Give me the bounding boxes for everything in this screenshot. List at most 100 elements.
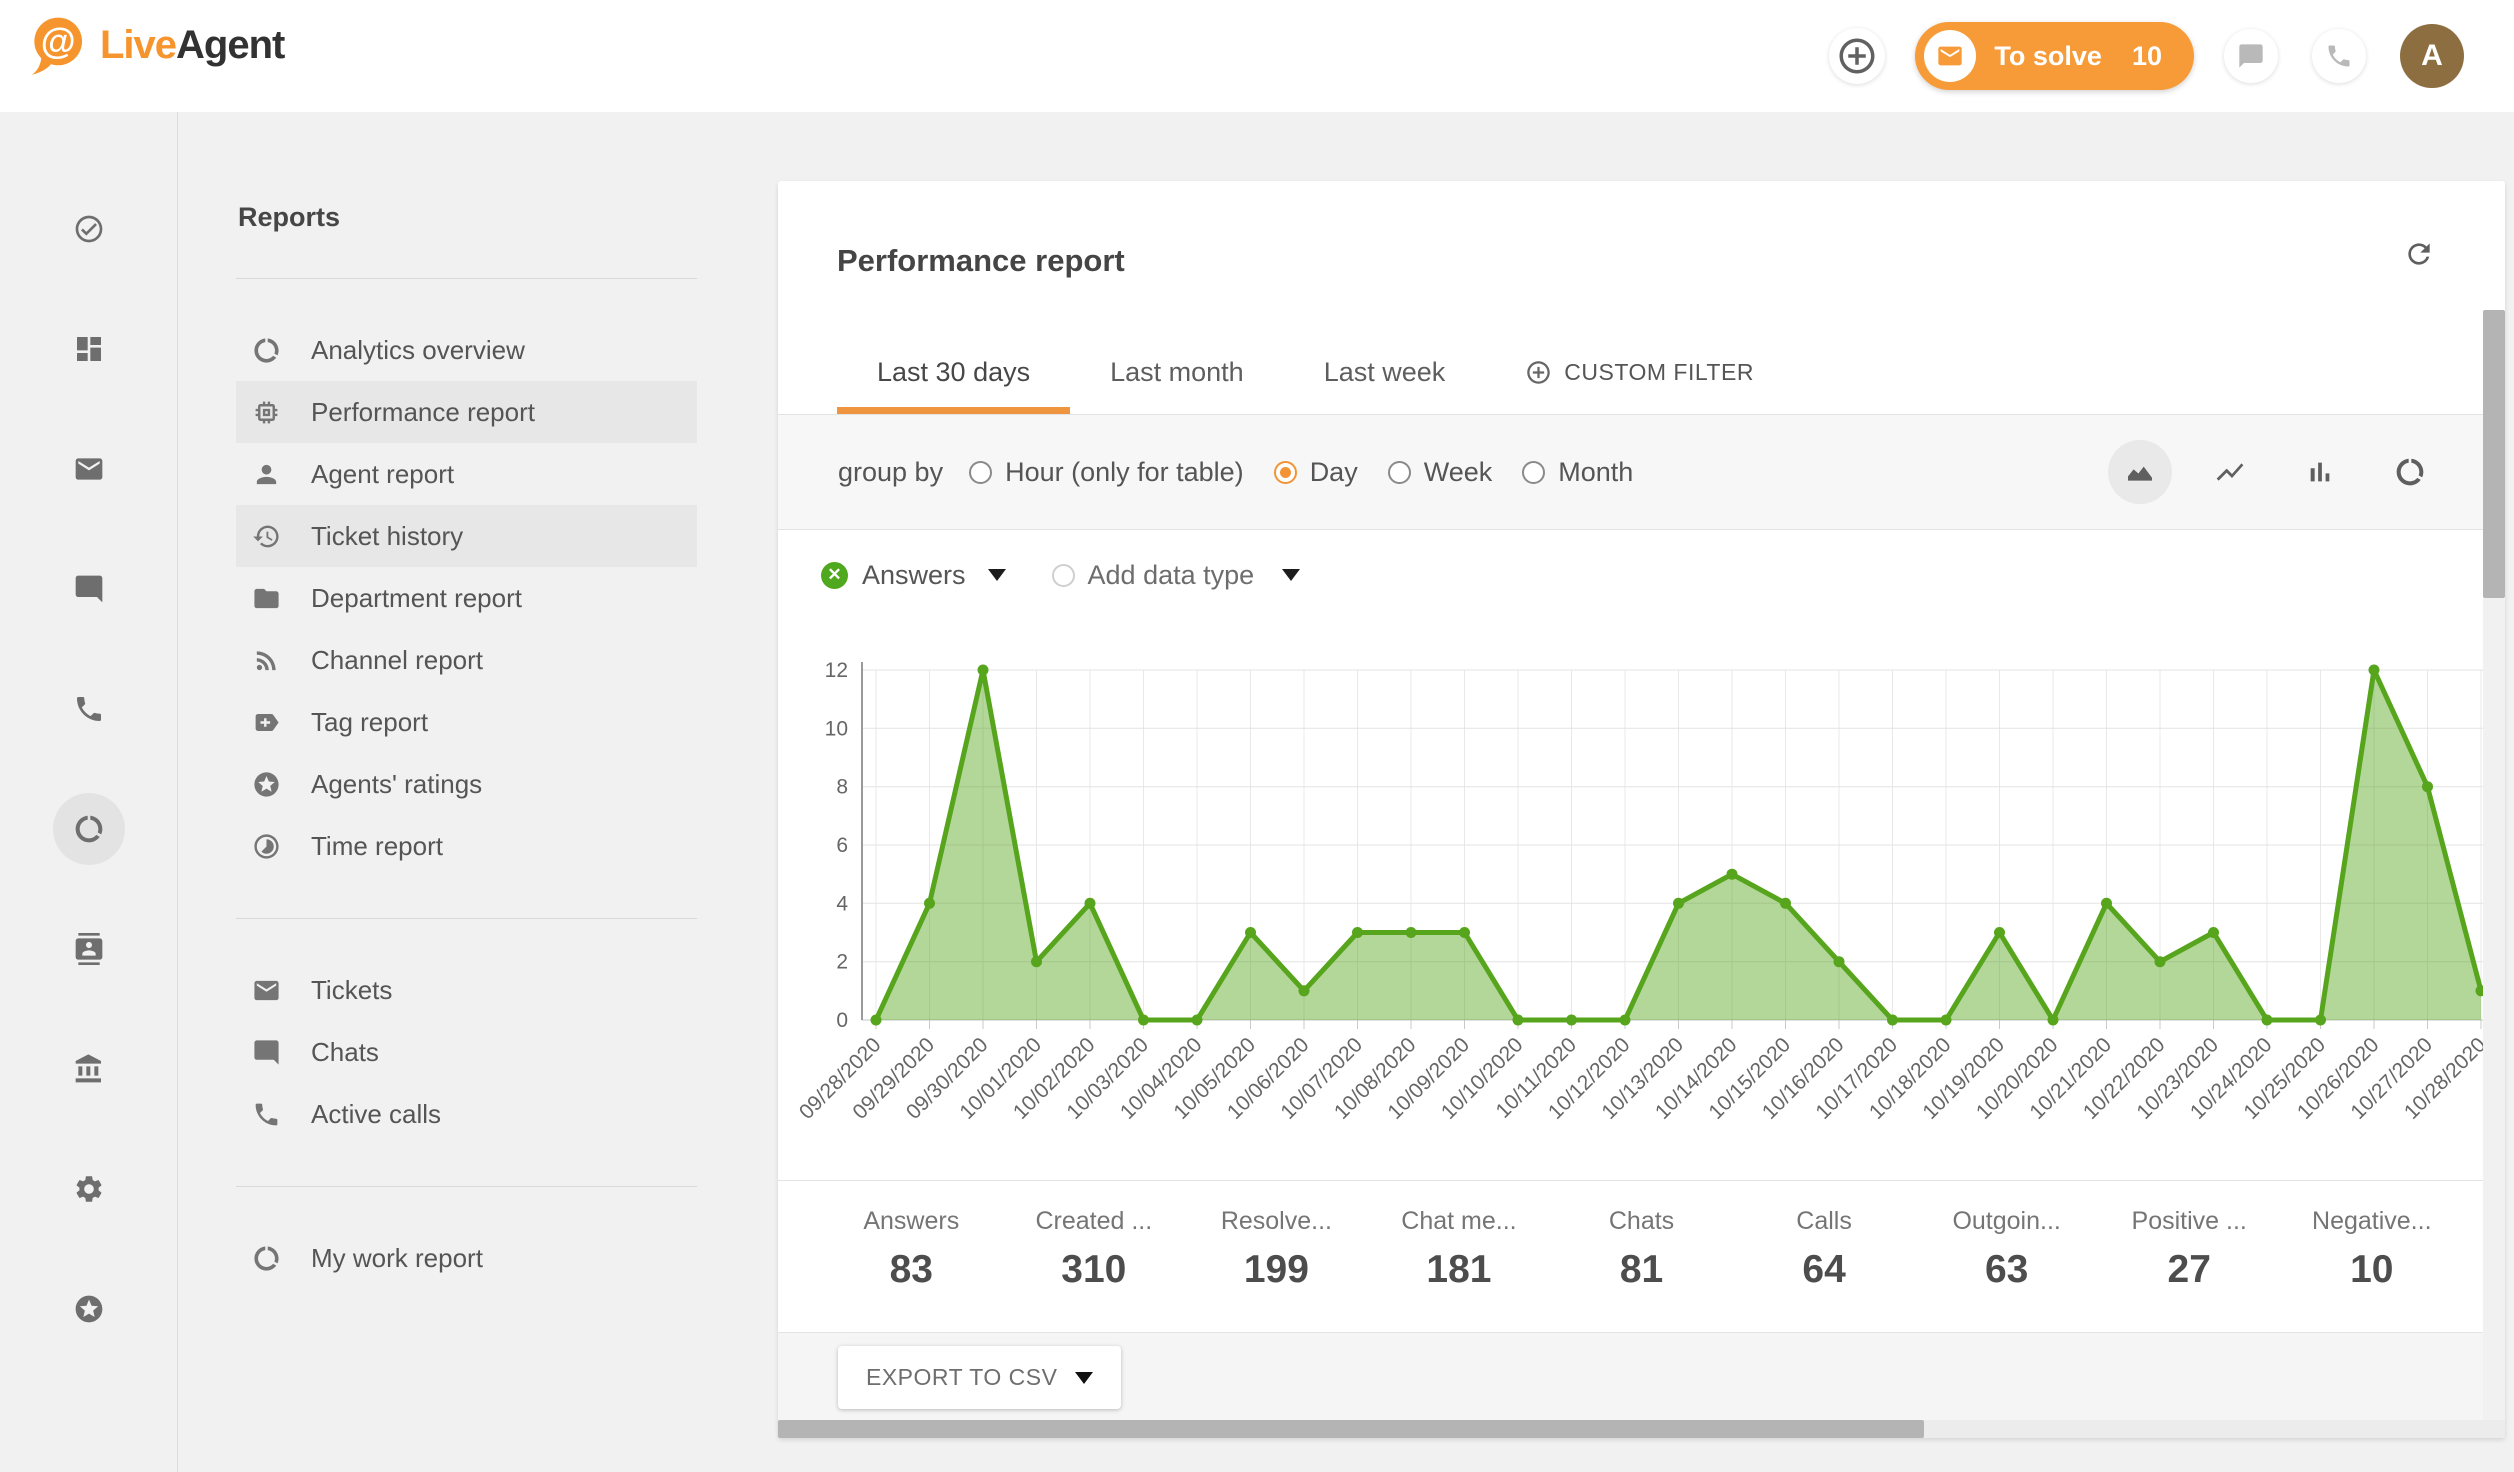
svg-text:10: 10 [825, 717, 848, 740]
tab-last-week[interactable]: Last week [1284, 331, 1486, 414]
sidebar-item-label: Performance report [311, 397, 535, 428]
menu-section: Tickets ChatsActive calls [236, 959, 697, 1145]
rail-item-check-circle[interactable] [53, 193, 125, 265]
sidebar-item-label: Time report [311, 831, 443, 862]
radio-day[interactable] [1274, 461, 1297, 484]
rail-item-dashboard[interactable] [53, 313, 125, 385]
sidebar-item-department-report[interactable]: Department report [236, 567, 697, 629]
rail-item-mail[interactable] [53, 433, 125, 505]
performance-area-chart: 02468101209/28/202009/29/202009/30/20201… [778, 620, 2505, 1180]
sidebar-item-agent-report[interactable]: Agent report [236, 443, 697, 505]
radio-month[interactable] [1522, 461, 1545, 484]
export-row: EXPORT TO CSV [778, 1332, 2505, 1420]
custom-filter-button[interactable]: CUSTOM FILTER [1485, 331, 1794, 414]
sidebar-item-channel-report[interactable]: Channel report [236, 629, 697, 691]
stat-resolve: Resolve...199 [1185, 1181, 1368, 1332]
stat-outgoin: Outgoin...63 [1915, 1181, 2098, 1332]
sidebar-item-agents-ratings[interactable]: Agents' ratings [236, 753, 697, 815]
rail-item-donut[interactable] [53, 793, 125, 865]
line-chart-icon [2214, 456, 2246, 488]
stat-value: 63 [1985, 1248, 2028, 1292]
brand-text: LiveAgent [100, 23, 284, 68]
chart-type-line-chart[interactable] [2198, 440, 2262, 504]
rail-item-contacts[interactable] [53, 913, 125, 985]
rail-item-chat[interactable] [53, 553, 125, 625]
top-header: @ LiveAgent To solve 10 A [0, 0, 2514, 112]
tab-last-30-days[interactable]: Last 30 days [837, 331, 1070, 414]
stat-value: 27 [2168, 1248, 2211, 1292]
chart-type-area-chart[interactable] [2108, 440, 2172, 504]
radio-hour-only-for-table[interactable] [969, 461, 992, 484]
brand-agent: Agent [176, 23, 284, 67]
stat-created: Created ...310 [1003, 1181, 1186, 1332]
add-data-type-label[interactable]: Add data type [1088, 560, 1255, 591]
groupby-option-week[interactable]: Week [1388, 457, 1493, 488]
svg-text:2: 2 [836, 951, 848, 974]
export-to-csv-button[interactable]: EXPORT TO CSV [838, 1346, 1121, 1409]
rail-item-gear[interactable] [53, 1153, 125, 1225]
reports-sidebar: Reports Analytics overviewPerformance re… [179, 112, 750, 1472]
donut-icon [2394, 456, 2426, 488]
stat-chat-me: Chat me... 181 [1368, 1181, 1551, 1332]
sidebar-item-analytics-overview[interactable]: Analytics overview [236, 319, 697, 381]
sidebar-item-active-calls[interactable]: Active calls [236, 1083, 697, 1145]
stat-label: Chat me... [1401, 1207, 1516, 1236]
rail-item-star-circle[interactable] [53, 1273, 125, 1345]
sidebar-item-ticket-history[interactable]: Ticket history [236, 505, 697, 567]
nav-rail [0, 112, 178, 1472]
sidebar-item-performance-report[interactable]: Performance report [236, 381, 697, 443]
sidebar-item-time-report[interactable]: Time report [236, 815, 697, 877]
mail-icon [1936, 42, 1964, 70]
to-solve-button[interactable]: To solve 10 [1915, 22, 2194, 90]
stat-value: 81 [1620, 1248, 1663, 1292]
chart-type-donut[interactable] [2378, 440, 2442, 504]
chart-type-buttons [2108, 414, 2442, 530]
custom-filter-label: CUSTOM FILTER [1564, 359, 1754, 386]
remove-series-icon[interactable]: ✕ [821, 562, 848, 589]
stat-label: Calls [1796, 1207, 1852, 1236]
sidebar-item-label: Tickets [311, 975, 392, 1006]
stat-label: Answers [863, 1207, 959, 1236]
groupby-option-hour-only-for-table[interactable]: Hour (only for table) [969, 457, 1244, 488]
groupby-option-month[interactable]: Month [1522, 457, 1633, 488]
calls-button[interactable] [2312, 29, 2366, 83]
sidebar-item-tag-report[interactable]: Tag report [236, 691, 697, 753]
menu-divider [236, 918, 697, 919]
vertical-scrollbar-thumb[interactable] [2483, 310, 2505, 598]
avatar[interactable]: A [2400, 24, 2464, 88]
svg-text:12: 12 [825, 659, 848, 682]
export-caret-icon [1075, 1372, 1093, 1384]
liveagent-logo: @ LiveAgent [26, 14, 284, 76]
rail-item-phone[interactable] [53, 673, 125, 745]
stat-value: 310 [1061, 1248, 1126, 1292]
chart-type-bar-chart[interactable] [2288, 440, 2352, 504]
check-circle-icon [73, 213, 105, 245]
radio-week[interactable] [1388, 461, 1411, 484]
report-tabs: Last 30 daysLast monthLast week CUSTOM FI… [837, 331, 1794, 414]
sidebar-item-label: Tag report [311, 707, 428, 738]
rail-item-bank[interactable] [53, 1033, 125, 1105]
sidebar-item-my-work-report[interactable]: My work report [236, 1227, 697, 1289]
refresh-button[interactable] [2399, 235, 2439, 275]
tab-last-month[interactable]: Last month [1070, 331, 1284, 414]
stat-answers: Answers83 [820, 1181, 1003, 1332]
svg-text:8: 8 [836, 776, 848, 799]
chat-icon [73, 573, 105, 605]
add-button[interactable] [1829, 28, 1885, 84]
sidebar-item-tickets[interactable]: Tickets [236, 959, 697, 1021]
stat-value: 181 [1426, 1248, 1491, 1292]
sidebar-item-chats[interactable]: Chats [236, 1021, 697, 1083]
add-data-type-radio[interactable] [1052, 564, 1075, 587]
chip-icon [252, 398, 281, 427]
chats-button[interactable] [2224, 29, 2278, 83]
vertical-scrollbar-track[interactable] [2483, 598, 2505, 1420]
phone-icon [73, 693, 105, 725]
menu-divider [236, 1186, 697, 1187]
add-data-type-caret-icon[interactable] [1282, 569, 1300, 581]
donut-icon [252, 1244, 281, 1273]
horizontal-scrollbar-thumb[interactable] [778, 1420, 1924, 1438]
series-dropdown-caret-icon[interactable] [988, 569, 1006, 581]
groupby-option-day[interactable]: Day [1274, 457, 1358, 488]
horizontal-scrollbar-track[interactable] [778, 1420, 2505, 1438]
stat-label: Negative... [2312, 1207, 2432, 1236]
